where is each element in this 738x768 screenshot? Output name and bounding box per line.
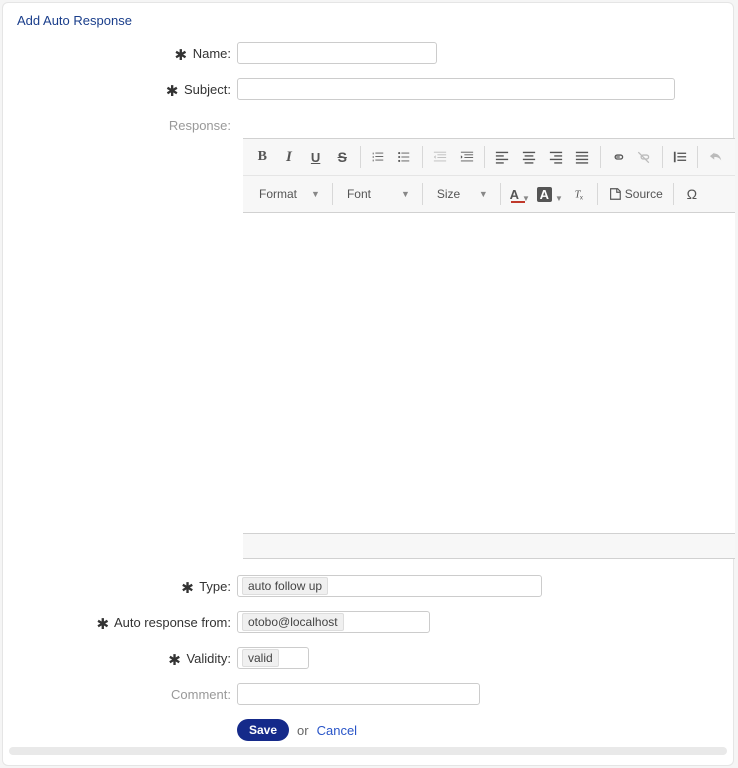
align-left-icon [495, 150, 509, 164]
label-comment: Comment: [3, 683, 237, 707]
underline-button[interactable]: U [304, 145, 327, 169]
label-from: ✱ Auto response from: [3, 611, 237, 635]
strike-button[interactable]: S [331, 145, 354, 169]
text-color-swatch [511, 201, 525, 203]
unlink-icon [637, 150, 651, 164]
separator [360, 146, 361, 168]
separator [600, 146, 601, 168]
panel-add-auto-response: Add Auto Response ✱ Name: ✱ Subject: Res… [2, 2, 734, 766]
align-right-button[interactable] [544, 145, 567, 169]
font-dropdown[interactable]: Font ▼ [339, 182, 416, 206]
link-icon [611, 150, 625, 164]
source-icon [608, 187, 622, 201]
editor-toolbar: B I U S [243, 139, 735, 213]
label-validity: ✱ Validity: [3, 647, 237, 671]
name-input[interactable] [237, 42, 437, 64]
save-button[interactable]: Save [237, 719, 289, 741]
or-text: or [297, 723, 309, 738]
chevron-down-icon: ▼ [479, 189, 488, 199]
panel-title: Add Auto Response [3, 3, 733, 36]
label-response: Response: [3, 114, 237, 138]
indent-icon [460, 150, 474, 164]
chevron-down-icon: ▼ [555, 194, 563, 203]
blockquote-button[interactable] [669, 145, 692, 169]
horizontal-scrollbar[interactable] [9, 747, 727, 755]
outdent-button[interactable] [429, 145, 452, 169]
align-justify-icon [575, 150, 589, 164]
remove-format-icon: Tx [572, 187, 586, 201]
chevron-down-icon: ▼ [311, 189, 320, 199]
separator [597, 183, 598, 205]
undo-icon [709, 150, 723, 164]
special-char-button[interactable]: Ω [680, 182, 704, 206]
text-color-button[interactable]: A ▼ [506, 182, 534, 206]
remove-format-button[interactable]: Tx [567, 182, 591, 206]
validity-select[interactable]: valid [237, 647, 309, 669]
ordered-list-icon [371, 150, 385, 164]
format-dropdown[interactable]: Format ▼ [251, 182, 326, 206]
separator [484, 146, 485, 168]
label-type: ✱ Type: [3, 575, 237, 599]
bg-color-button[interactable]: A ▼ [536, 182, 564, 206]
blockquote-icon [673, 150, 687, 164]
from-value: otobo@localhost [242, 613, 344, 631]
unordered-list-icon [397, 150, 411, 164]
separator [673, 183, 674, 205]
type-value: auto follow up [242, 577, 328, 595]
ordered-list-button[interactable] [367, 145, 390, 169]
separator [662, 146, 663, 168]
subject-input[interactable] [237, 78, 675, 100]
editor-content[interactable] [243, 213, 735, 533]
from-select[interactable]: otobo@localhost [237, 611, 430, 633]
chevron-down-icon: ▼ [401, 189, 410, 199]
unordered-list-button[interactable] [393, 145, 416, 169]
align-left-button[interactable] [491, 145, 514, 169]
indent-button[interactable] [455, 145, 478, 169]
separator [422, 183, 423, 205]
type-select[interactable]: auto follow up [237, 575, 542, 597]
svg-text:x: x [580, 194, 583, 201]
label-subject: ✱ Subject: [3, 78, 237, 102]
size-dropdown[interactable]: Size ▼ [429, 182, 494, 206]
align-justify-button[interactable] [571, 145, 594, 169]
separator [332, 183, 333, 205]
align-center-icon [522, 150, 536, 164]
separator [500, 183, 501, 205]
separator [422, 146, 423, 168]
comment-input[interactable] [237, 683, 480, 705]
editor-statusbar [243, 533, 735, 558]
form: ✱ Name: ✱ Subject: Response: B [3, 36, 733, 741]
label-name: ✱ Name: [3, 42, 237, 66]
bold-button[interactable]: B [251, 145, 274, 169]
italic-button[interactable]: I [278, 145, 301, 169]
validity-value: valid [242, 649, 279, 667]
unlink-button[interactable] [633, 145, 656, 169]
align-right-icon [549, 150, 563, 164]
cancel-link[interactable]: Cancel [317, 723, 357, 738]
link-button[interactable] [606, 145, 629, 169]
source-button[interactable]: Source [604, 182, 667, 206]
align-center-button[interactable] [518, 145, 541, 169]
outdent-icon [433, 150, 447, 164]
response-editor: B I U S [243, 138, 735, 559]
separator [697, 146, 698, 168]
undo-button[interactable] [704, 145, 727, 169]
